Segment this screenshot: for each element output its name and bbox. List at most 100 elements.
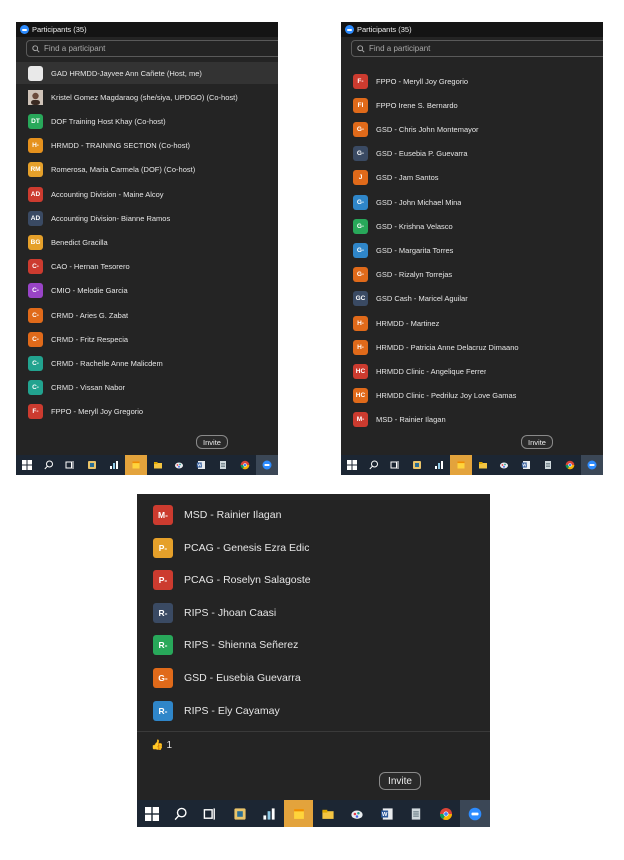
taskbar-file-explorer-button[interactable]	[147, 455, 169, 475]
taskbar-calculator-app-button[interactable]	[225, 800, 254, 827]
reaction-count: 1	[166, 740, 173, 751]
taskbar-chrome-button[interactable]	[234, 455, 256, 475]
participant-name: PCAG - Roselyn Salagoste	[184, 574, 311, 587]
taskbar-file-explorer-button[interactable]	[313, 800, 342, 827]
participant-name: PCAG - Genesis Ezra Edic	[184, 541, 310, 554]
participant-row[interactable]: G- GSD - Eusebia P. Guevarra	[341, 143, 603, 165]
taskbar-word-button[interactable]: W	[190, 455, 212, 475]
avatar: G-	[353, 218, 368, 234]
taskbar-notepad-button[interactable]	[212, 455, 234, 475]
taskbar-zoom-button[interactable]	[580, 455, 603, 475]
windows-start-icon	[21, 460, 32, 470]
participant-row[interactable]: G- GSD - Rizalyn Torrejas	[341, 264, 603, 286]
invite-button[interactable]: Invite	[521, 435, 553, 449]
taskbar-zoom-button[interactable]	[460, 800, 490, 827]
participant-row[interactable]: GC GSD Cash - Maricel Aguilar	[341, 288, 603, 310]
participant-row[interactable]: J GSD - Jam Santos	[341, 167, 603, 189]
participant-row[interactable]: HC HRMDD Clinic - Angelique Ferrer	[341, 360, 603, 382]
avatar	[28, 89, 43, 105]
participant-row[interactable]: RM Romerosa, Maria Carmela (DOF) (Co-host…	[16, 159, 278, 181]
taskbar-windows-start-button[interactable]	[16, 455, 38, 475]
participant-row[interactable]: DT DOF Training Host Khay (Co-host)	[16, 110, 278, 132]
task-view-icon	[203, 807, 217, 821]
taskbar-calculator-app-button[interactable]	[81, 455, 103, 475]
invite-label: Invite	[203, 437, 221, 447]
taskbar-chrome-button[interactable]	[559, 455, 581, 475]
participant-row[interactable]: C- CAO - Hernan Tesorero	[16, 256, 278, 278]
taskbar-chart-app-button[interactable]	[255, 800, 284, 827]
taskbar-word-button[interactable]: W	[372, 800, 401, 827]
participant-row[interactable]: C- CRMD - Rachelle Anne Malicdem	[16, 352, 278, 374]
participant-row[interactable]: P- PCAG - Genesis Ezra Edic	[137, 533, 490, 563]
taskbar-chrome-button[interactable]	[431, 800, 460, 827]
taskbar-sticky-notes-button[interactable]	[450, 455, 472, 475]
svg-text:W: W	[198, 463, 202, 468]
participant-row[interactable]: R- RIPS - Shienna Señerez	[137, 630, 490, 660]
participant-search-input[interactable]: Find a participant	[351, 40, 603, 57]
participant-name: FPPO Irene S. Bernardo	[376, 100, 458, 110]
participant-row[interactable]: HC HRMDD Clinic - Pedriluz Joy Love Gamas	[341, 385, 603, 407]
taskbar-paint-button[interactable]	[343, 800, 372, 827]
taskbar-search-button[interactable]	[38, 455, 60, 475]
participant-row[interactable]: G- GSD - Krishna Velasco	[341, 215, 603, 237]
taskbar-task-view-button[interactable]	[60, 455, 82, 475]
participant-search-input[interactable]: Find a participant	[26, 40, 278, 57]
avatar: F-	[353, 73, 368, 89]
avatar: HC	[353, 363, 368, 379]
participant-name: Kristel Gomez Magdaraog (she/siya, UPDGO…	[51, 92, 238, 102]
taskbar-task-view-button[interactable]	[385, 455, 407, 475]
taskbar-search-button[interactable]	[166, 800, 195, 827]
participant-row[interactable]: BG Benedict Gracilla	[16, 231, 278, 253]
avatar: G-	[353, 146, 368, 162]
avatar: C-	[28, 380, 43, 396]
participant-row[interactable]: G- GSD - John Michael Mina	[341, 191, 603, 213]
participant-row[interactable]: M- MSD - Rainier Ilagan	[137, 500, 490, 530]
taskbar-task-view-button[interactable]	[196, 800, 225, 827]
participant-row[interactable]: F- FPPO - Meryll Joy Gregorio	[16, 401, 278, 423]
taskbar-file-explorer-button[interactable]	[472, 455, 494, 475]
taskbar-notepad-button[interactable]	[402, 800, 431, 827]
participant-row[interactable]: GAD HRMDD-Jayvee Ann Cañete (Host, me)	[16, 62, 278, 84]
participant-row[interactable]: Kristel Gomez Magdaraog (she/siya, UPDGO…	[16, 86, 278, 108]
taskbar-notepad-button[interactable]	[537, 455, 559, 475]
taskbar-sticky-notes-button[interactable]	[125, 455, 147, 475]
participant-row[interactable]: AD Accounting Division - Maine Alcoy	[16, 183, 278, 205]
taskbar-zoom-button[interactable]	[255, 455, 278, 475]
participant-row[interactable]: H- HRMDD - Patricia Anne Delacruz Dimaano	[341, 336, 603, 358]
windows-start-icon	[144, 806, 159, 821]
taskbar-search-button[interactable]	[363, 455, 385, 475]
participant-row[interactable]: AD Accounting Division- Bianne Ramos	[16, 207, 278, 229]
participant-row[interactable]: P- PCAG - Roselyn Salagoste	[137, 565, 490, 595]
participant-row[interactable]: G- GSD - Chris John Montemayor	[341, 118, 603, 140]
participant-row[interactable]: H- HRMDD - Martinez	[341, 312, 603, 334]
avatar: C-	[28, 331, 43, 347]
zoom-logo-icon	[345, 25, 354, 34]
taskbar-sticky-notes-button[interactable]	[284, 800, 314, 827]
taskbar-paint-button[interactable]	[169, 455, 191, 475]
taskbar-calculator-app-button[interactable]	[406, 455, 428, 475]
participant-row[interactable]: R- RIPS - Ely Cayamay	[137, 696, 490, 726]
participant-row[interactable]: F- FPPO - Meryll Joy Gregorio	[341, 70, 603, 92]
participant-row[interactable]: G- GSD - Eusebia Guevarra	[137, 663, 490, 693]
invite-button[interactable]: Invite	[379, 772, 421, 790]
taskbar-chart-app-button[interactable]	[428, 455, 450, 475]
participant-row[interactable]: C- CRMD - Fritz Respecia	[16, 328, 278, 350]
taskbar-windows-start-button[interactable]	[137, 800, 166, 827]
participant-row[interactable]: M- MSD - Rainier Ilagan	[341, 409, 603, 431]
invite-button[interactable]: Invite	[196, 435, 228, 449]
avatar: R-	[153, 602, 173, 623]
taskbar-word-button[interactable]: W	[515, 455, 537, 475]
taskbar-paint-button[interactable]	[494, 455, 516, 475]
participant-row[interactable]: G- GSD - Margarita Torres	[341, 239, 603, 261]
participant-row[interactable]: C- CRMD - Aries G. Zabat	[16, 304, 278, 326]
participant-row[interactable]: C- CMIO - Melodie Garcia	[16, 280, 278, 302]
participant-row[interactable]: C- CRMD - Vissan Nabor	[16, 377, 278, 399]
file-explorer-icon	[153, 460, 163, 470]
avatar: M-	[153, 505, 173, 525]
participant-row[interactable]: R- RIPS - Jhoan Caasi	[137, 598, 490, 628]
taskbar-windows-start-button[interactable]	[341, 455, 363, 475]
participant-row[interactable]: FI FPPO Irene S. Bernardo	[341, 94, 603, 116]
notepad-icon	[409, 807, 423, 821]
participant-row[interactable]: H- HRMDD - TRAINING SECTION (Co-host)	[16, 135, 278, 157]
taskbar-chart-app-button[interactable]	[103, 455, 125, 475]
